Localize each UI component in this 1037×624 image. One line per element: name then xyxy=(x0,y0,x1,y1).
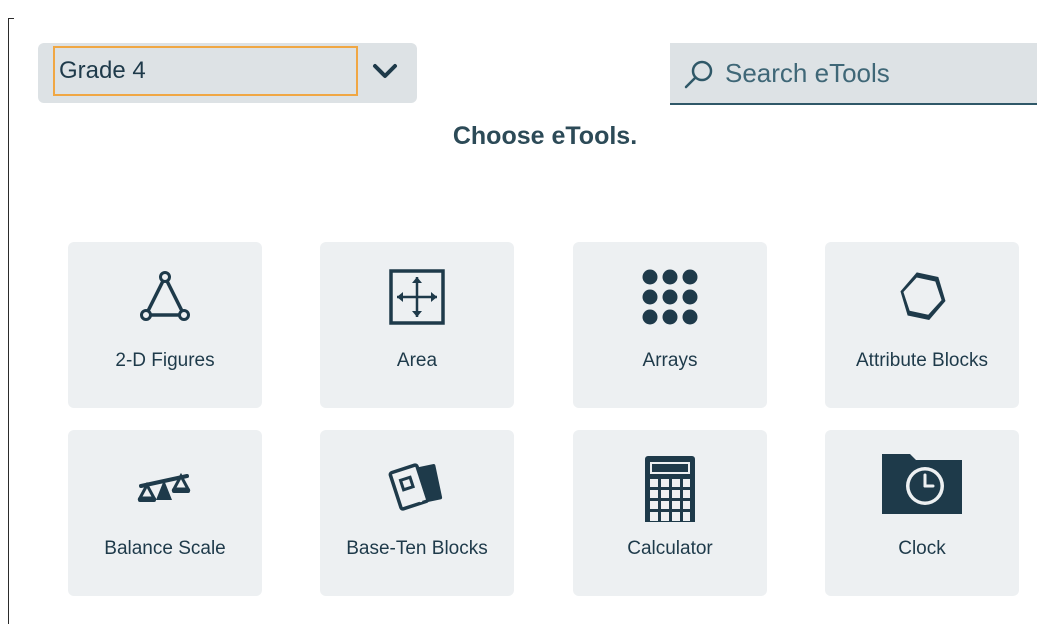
tool-tile-calculator[interactable]: Calculator xyxy=(573,430,767,596)
tool-tile-balance-scale[interactable]: Balance Scale xyxy=(68,430,262,596)
tool-tile-base-ten-blocks[interactable]: Base-Ten Blocks xyxy=(320,430,514,596)
calculator-icon xyxy=(645,456,695,522)
tool-label: Arrays xyxy=(642,350,698,371)
tool-label: Clock xyxy=(898,538,946,559)
etools-page: Grade 4 Choose eTools. 2-D Figures xyxy=(0,0,1037,624)
search-input[interactable] xyxy=(725,51,1025,95)
window-edge-line xyxy=(8,18,9,624)
tool-label: Calculator xyxy=(627,538,713,559)
tool-label: Attribute Blocks xyxy=(856,350,988,371)
grade-dropdown[interactable]: Grade 4 xyxy=(38,43,417,103)
tool-tile-arrays[interactable]: Arrays xyxy=(573,242,767,408)
hexagon-icon xyxy=(900,272,946,321)
tool-tile-area[interactable]: Area xyxy=(320,242,514,408)
search-icon xyxy=(684,60,713,89)
tool-label: Balance Scale xyxy=(104,538,226,559)
area-grid-arrows-icon xyxy=(389,269,445,325)
triangle-icon xyxy=(140,271,190,321)
base-ten-cards-icon xyxy=(388,463,443,511)
tool-tile-attribute-blocks[interactable]: Attribute Blocks xyxy=(825,242,1019,408)
clock-icon xyxy=(882,454,962,514)
tool-label: 2-D Figures xyxy=(115,350,215,371)
tool-tile-clock[interactable]: Clock xyxy=(825,430,1019,596)
balance-scale-icon xyxy=(137,472,191,502)
dot-array-icon xyxy=(642,269,698,325)
tool-label: Base-Ten Blocks xyxy=(346,538,488,559)
tool-label: Area xyxy=(396,350,438,371)
chevron-down-icon[interactable] xyxy=(372,60,398,82)
tool-tile-2d-figures[interactable]: 2-D Figures xyxy=(68,242,262,408)
grade-dropdown-value[interactable]: Grade 4 xyxy=(53,46,358,96)
window-edge-tick xyxy=(8,18,14,19)
page-title: Choose eTools. xyxy=(452,122,638,150)
search-box[interactable] xyxy=(670,43,1037,105)
